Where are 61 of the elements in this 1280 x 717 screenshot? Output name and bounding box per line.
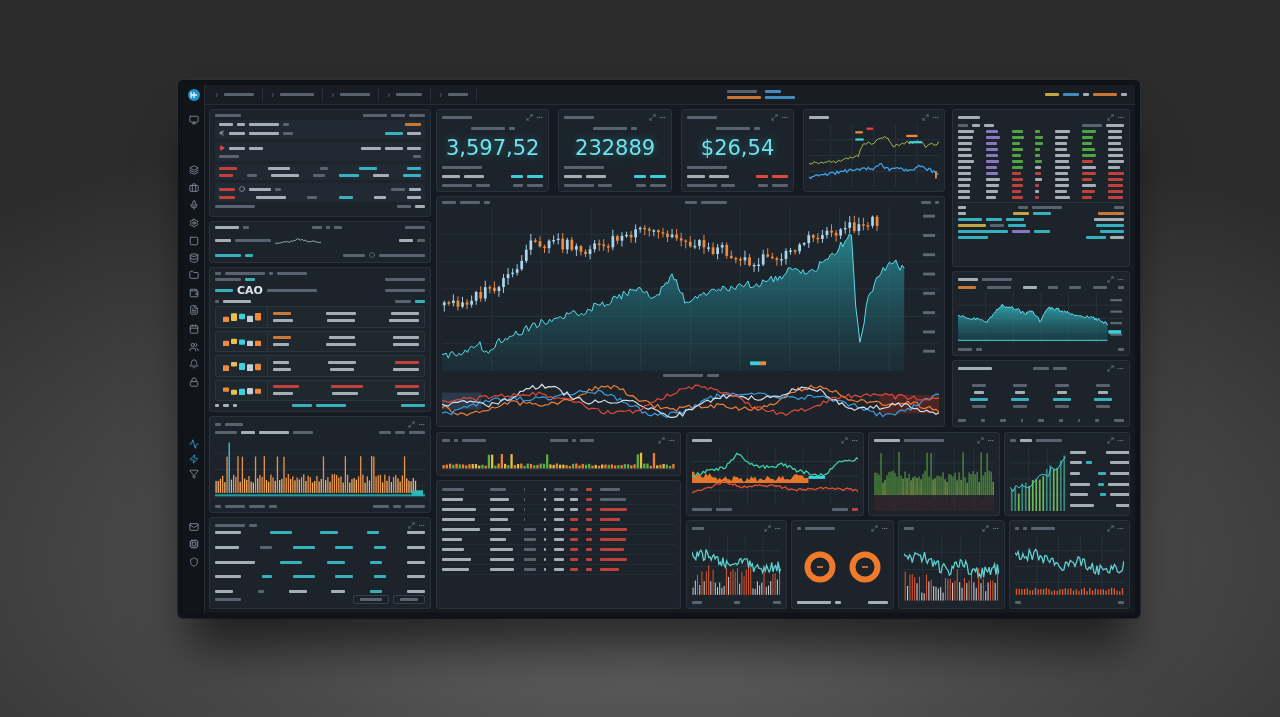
mini-candles-icon (221, 336, 262, 347)
chevron-icon (214, 91, 220, 98)
expand-icon[interactable] (771, 114, 779, 121)
calendar-icon[interactable] (188, 324, 199, 334)
mini-candles-icon (221, 385, 262, 396)
donut-chart (849, 550, 882, 583)
briefcase-icon[interactable] (188, 183, 199, 193)
stat-value: $26,54 (700, 136, 775, 160)
mail-icon[interactable] (188, 522, 199, 532)
expand-icon[interactable] (1107, 276, 1114, 283)
expand-icon[interactable] (648, 114, 656, 121)
chevron-icon (270, 91, 276, 98)
settings-icon[interactable] (188, 218, 199, 228)
expand-icon[interactable] (1107, 437, 1114, 444)
expand-icon[interactable] (763, 525, 771, 532)
monitor-icon[interactable] (188, 115, 199, 125)
logo-icon[interactable] (187, 89, 200, 101)
mini-candles-icon (221, 311, 262, 322)
users-icon[interactable] (188, 342, 199, 352)
symbol-label: CAO (237, 284, 263, 297)
expand-icon[interactable] (841, 437, 849, 444)
chevron-icon (438, 91, 444, 98)
expand-icon[interactable] (1107, 525, 1114, 532)
document-icon[interactable] (188, 305, 199, 315)
chip-icon[interactable] (188, 539, 199, 549)
expand-icon[interactable] (658, 437, 665, 444)
filter-icon[interactable] (188, 469, 199, 479)
stat-value: 3,597,52 (445, 136, 540, 160)
chevron-icon (330, 91, 336, 98)
euro-icon (219, 130, 225, 136)
lightning-icon[interactable] (188, 454, 199, 464)
layers-icon[interactable] (188, 165, 199, 175)
expand-icon[interactable] (977, 437, 985, 444)
expand-icon[interactable] (871, 525, 879, 532)
expand-icon[interactable] (982, 525, 990, 532)
expand-icon[interactable] (526, 114, 534, 121)
circle-icon (369, 252, 375, 258)
circle-icon (239, 186, 245, 192)
wallet-icon[interactable] (188, 288, 199, 298)
play-icon (219, 145, 225, 151)
square-icon[interactable] (188, 236, 199, 246)
donut-chart (803, 550, 836, 583)
button[interactable] (353, 595, 389, 604)
microphone-icon[interactable] (188, 200, 199, 210)
expand-icon[interactable] (1107, 114, 1114, 121)
expand-icon[interactable] (922, 114, 929, 121)
expand-icon[interactable] (408, 421, 415, 428)
bell-icon[interactable] (188, 359, 199, 369)
lock-icon[interactable] (188, 377, 199, 387)
button[interactable] (393, 595, 425, 604)
expand-icon[interactable] (1107, 365, 1114, 372)
shield-icon[interactable] (188, 557, 199, 567)
expand-icon[interactable] (408, 522, 415, 529)
pulse-icon[interactable] (188, 439, 199, 449)
bar-chart (1010, 447, 1067, 511)
sparkline (275, 235, 321, 246)
stat-value: 232889 (575, 136, 656, 160)
mini-candles-icon (221, 360, 262, 371)
chevron-icon (386, 91, 392, 98)
database-icon[interactable] (188, 253, 199, 263)
folder-icon[interactable] (188, 270, 199, 280)
